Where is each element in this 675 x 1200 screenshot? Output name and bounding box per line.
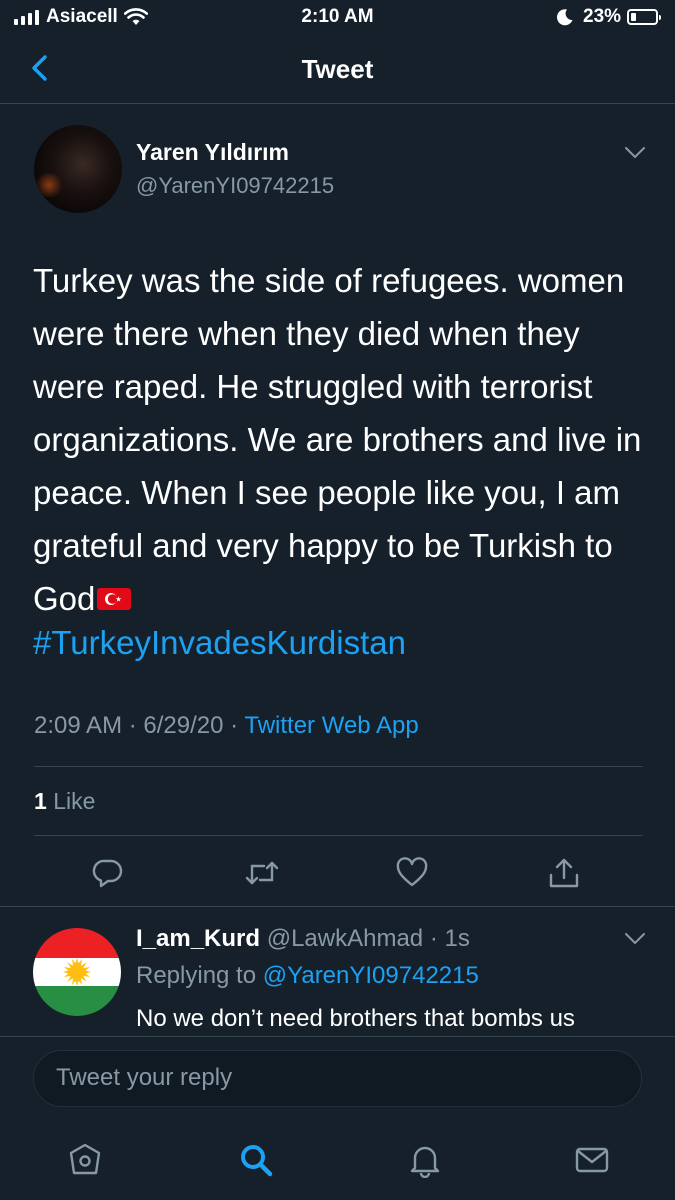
meta-separator: ·	[122, 712, 144, 739]
notifications-icon	[410, 1146, 440, 1178]
author-handle[interactable]: @YarenYI09742215	[136, 173, 334, 199]
reply-text: No we don’t need brothers that bombs us	[136, 1005, 575, 1032]
reply-icon	[92, 859, 123, 888]
reply-avatar[interactable]	[33, 928, 121, 1016]
avatar[interactable]	[34, 125, 122, 213]
tweet-body: Turkey was the side of refugees. women w…	[33, 262, 642, 617]
chevron-down-icon[interactable]	[624, 146, 646, 160]
tab-search[interactable]	[236, 1140, 276, 1180]
battery-icon	[627, 9, 661, 25]
tweet-date: 6/29/20	[143, 712, 224, 739]
tweet-source-link[interactable]: Twitter Web App	[244, 712, 418, 739]
retweet-button[interactable]	[242, 853, 282, 893]
like-count-number: 1	[34, 788, 47, 814]
divider	[34, 766, 643, 767]
like-button[interactable]	[392, 853, 432, 893]
reply-input[interactable]	[54, 1063, 618, 1093]
like-icon	[396, 857, 428, 887]
tab-home[interactable]	[65, 1140, 105, 1180]
replying-to: Replying to @YarenYI09742215	[136, 962, 479, 990]
retweet-icon	[245, 861, 279, 885]
reply-author-handle[interactable]: @LawkAhmad	[267, 925, 423, 952]
share-icon	[549, 858, 579, 888]
hashtag-link[interactable]: #TurkeyInvadesKurdistan	[33, 624, 406, 662]
tab-messages[interactable]	[572, 1140, 612, 1180]
reply-button[interactable]	[88, 853, 128, 893]
search-icon	[241, 1145, 273, 1177]
home-icon	[69, 1143, 101, 1175]
reply-age: 1s	[444, 925, 470, 952]
reply-separator: ·	[423, 925, 445, 952]
author-name[interactable]: Yaren Yıldırım	[136, 139, 289, 166]
meta-separator: ·	[223, 712, 245, 739]
replying-to-link[interactable]: @YarenYI09742215	[263, 962, 479, 989]
moon-icon	[556, 9, 573, 26]
battery-percent: 23%	[583, 6, 622, 27]
tweet-meta: 2:09 AM · 6/29/20 · Twitter Web App	[34, 712, 419, 740]
like-count[interactable]: 1 Like	[34, 788, 95, 815]
tweet-time: 2:09 AM	[34, 712, 123, 739]
divider	[0, 906, 675, 907]
reply-header: I_am_Kurd @LawkAhmad · 1s	[136, 925, 470, 953]
tab-notifications[interactable]	[405, 1140, 445, 1180]
battery-level	[631, 13, 636, 21]
reply-author-name[interactable]: I_am_Kurd	[136, 925, 260, 952]
like-count-label: Like	[53, 788, 96, 814]
tweet-text: Turkey was the side of refugees. women w…	[33, 254, 643, 625]
reply-composer[interactable]	[33, 1050, 642, 1107]
replying-prefix: Replying to	[136, 962, 263, 989]
chevron-down-icon[interactable]	[624, 932, 646, 946]
turkey-flag-icon	[97, 588, 132, 611]
divider	[34, 835, 643, 836]
status-bar: Asiacell 2:10 AM 23%	[0, 0, 675, 36]
share-button[interactable]	[544, 853, 584, 893]
page-title: Tweet	[301, 54, 374, 84]
nav-bar: Tweet	[0, 36, 675, 104]
messages-icon	[575, 1147, 609, 1173]
tab-bar	[0, 1120, 675, 1200]
